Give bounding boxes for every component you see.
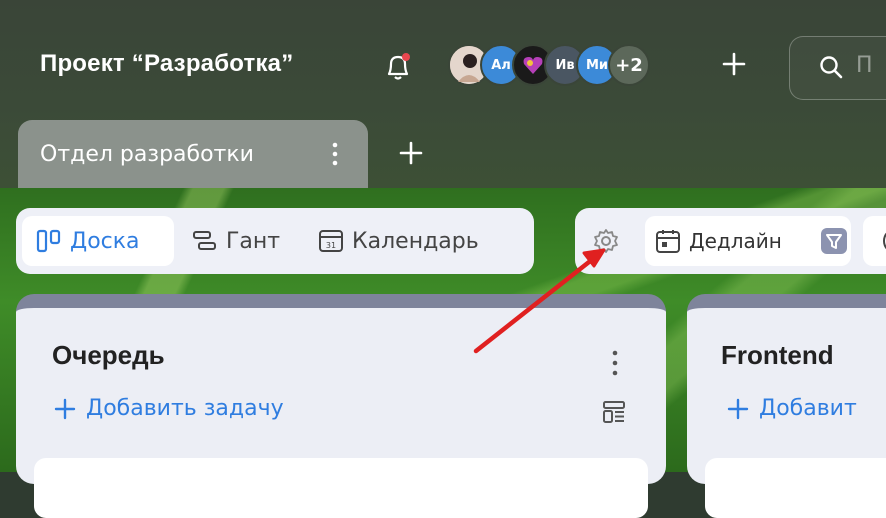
bell-icon[interactable] bbox=[385, 52, 411, 82]
view-gantt-button[interactable]: Гант bbox=[192, 216, 280, 266]
add-task-label: Добавить задачу bbox=[86, 396, 284, 421]
view-calendar-label: Календарь bbox=[352, 228, 479, 254]
calendar-icon: 31 bbox=[319, 230, 343, 252]
calendar-icon bbox=[656, 230, 680, 253]
add-task-label: Добавит bbox=[759, 396, 857, 421]
column-title: Frontend bbox=[721, 340, 834, 370]
gear-icon[interactable] bbox=[593, 228, 619, 254]
search-placeholder: П bbox=[856, 53, 873, 78]
deadline-filter-chip[interactable]: Дедлайн bbox=[645, 216, 851, 266]
card-layout-icon[interactable] bbox=[602, 400, 626, 424]
more-vertical-icon[interactable] bbox=[330, 140, 340, 168]
view-board-label: Доска bbox=[70, 228, 140, 254]
tab-development-department[interactable]: Отдел разработки bbox=[18, 120, 368, 188]
add-task-button[interactable]: Добавит bbox=[727, 396, 857, 421]
gantt-icon bbox=[193, 231, 216, 250]
svg-text:31: 31 bbox=[326, 241, 336, 250]
task-card[interactable] bbox=[34, 458, 648, 518]
view-switcher: Доска Гант 31 Календарь bbox=[16, 208, 534, 274]
view-board-button[interactable]: Доска bbox=[22, 216, 174, 266]
column-frontend: Frontend Добавит bbox=[687, 294, 886, 518]
view-gantt-label: Гант bbox=[226, 228, 281, 254]
more-vertical-icon[interactable] bbox=[610, 348, 620, 378]
add-tab-icon[interactable] bbox=[398, 140, 424, 166]
search-icon bbox=[820, 56, 843, 79]
project-title: Проект “Разработка” bbox=[40, 50, 294, 77]
board-icon bbox=[36, 229, 61, 253]
add-task-button[interactable]: Добавить задачу bbox=[54, 396, 284, 421]
plus-icon bbox=[727, 398, 749, 419]
notification-dot bbox=[402, 53, 410, 61]
extra-filter-chip[interactable] bbox=[863, 216, 886, 266]
deadline-label: Дедлайн bbox=[689, 229, 782, 253]
add-member-icon[interactable] bbox=[720, 50, 748, 78]
tab-label: Отдел разработки bbox=[40, 142, 254, 167]
plus-icon bbox=[54, 398, 76, 419]
filter-icon[interactable] bbox=[821, 228, 847, 254]
board-toolbar: Дедлайн bbox=[575, 208, 886, 274]
column-queue: Очередь Добавить задачу bbox=[16, 294, 666, 518]
column-title: Очередь bbox=[52, 340, 165, 370]
more-members-badge[interactable]: +2 bbox=[608, 44, 650, 86]
user-icon bbox=[883, 232, 886, 250]
search-input[interactable]: П bbox=[789, 36, 886, 100]
view-calendar-button[interactable]: 31 Календарь bbox=[318, 216, 479, 266]
task-card[interactable] bbox=[705, 458, 886, 518]
